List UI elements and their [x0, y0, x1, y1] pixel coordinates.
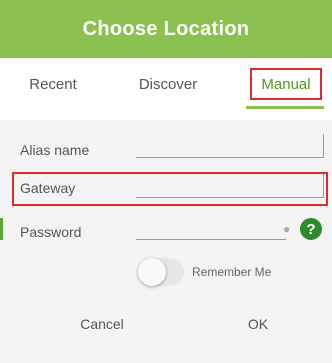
password-input[interactable]	[136, 216, 286, 240]
alias-name-input[interactable]	[136, 134, 324, 158]
active-tab-indicator	[246, 106, 324, 109]
password-accent	[0, 218, 3, 240]
cancel-button[interactable]: Cancel	[42, 306, 162, 342]
lock-icon: ●	[283, 222, 291, 236]
gateway-label: Gateway	[20, 180, 76, 196]
remember-me-toggle[interactable]	[138, 258, 184, 286]
dialog-title: Choose Location	[0, 0, 332, 58]
gateway-input[interactable]	[136, 174, 324, 198]
manual-form: Alias name Gateway Password ● ? Remember…	[0, 120, 332, 363]
remember-me-label: Remember Me	[192, 265, 272, 279]
tab-discover[interactable]: Discover	[128, 68, 208, 100]
tab-bar: Recent Discover Manual	[0, 58, 332, 120]
alias-name-label: Alias name	[20, 142, 90, 158]
ok-button[interactable]: OK	[198, 306, 318, 342]
password-label: Password	[20, 224, 82, 240]
question-icon[interactable]: ?	[300, 218, 322, 240]
choose-location-dialog: Choose Location Recent Discover Manual A…	[0, 0, 332, 363]
tab-recent[interactable]: Recent	[18, 68, 88, 100]
tab-manual[interactable]: Manual	[250, 68, 322, 100]
toggle-knob	[138, 258, 166, 286]
